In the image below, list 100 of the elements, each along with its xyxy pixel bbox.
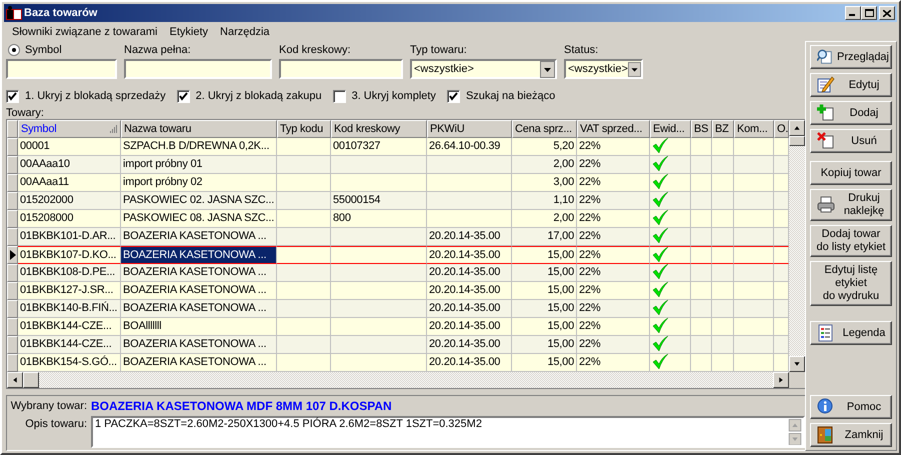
close-button[interactable] bbox=[879, 6, 895, 20]
sort-icon bbox=[110, 125, 119, 133]
magnifier-page-icon bbox=[817, 48, 834, 66]
printer-icon bbox=[817, 196, 835, 214]
table-cell: 22% bbox=[577, 192, 650, 210]
table-cell: 00AAaa10 bbox=[18, 156, 121, 174]
action-button[interactable]: Legenda bbox=[810, 321, 892, 345]
checkmark-icon bbox=[652, 354, 668, 369]
list-icon bbox=[817, 324, 835, 342]
description-field[interactable]: 1 PACZKA=8SZT=2.60M2-250X1300+4.5 PIÓRA 2.6M2=8SZT 1SZT=0.325M2 bbox=[91, 416, 805, 448]
vertical-scrollbar[interactable] bbox=[789, 120, 805, 372]
plus-page-icon bbox=[817, 104, 835, 122]
action-button[interactable]: Zamknij bbox=[810, 423, 892, 447]
table-cell: 01BKBK107-D.KO... bbox=[18, 246, 121, 264]
checkbox[interactable] bbox=[176, 90, 190, 102]
column-header[interactable]: Cena sprz... bbox=[512, 120, 577, 138]
table-cell: BOAZERIA KASETONOWA ... bbox=[121, 336, 277, 354]
column-header[interactable]: Nazwa towaru bbox=[121, 120, 277, 138]
action-button[interactable]: Drukuj naklejkę bbox=[810, 189, 892, 221]
action-button[interactable]: Dodaj bbox=[810, 101, 892, 125]
table-cell: 22% bbox=[577, 228, 650, 246]
table-cell: 2,00 bbox=[512, 156, 577, 174]
table-cell bbox=[277, 264, 331, 282]
checkmark-icon bbox=[652, 300, 668, 315]
maximize-icon bbox=[864, 9, 874, 17]
table-cell bbox=[734, 300, 774, 318]
table-cell: 15,00 bbox=[512, 300, 577, 318]
table-cell: 01BKBK144-CZE... bbox=[18, 336, 121, 354]
table-cell: 01BKBK101-D.AR... bbox=[18, 228, 121, 246]
column-header[interactable]: PKWiU bbox=[427, 120, 512, 138]
field-label: Status: bbox=[564, 44, 598, 56]
table-cell: 20.20.14-35.00 bbox=[427, 336, 512, 354]
table-cell: BOAZERIA KASETONOWA ... bbox=[121, 246, 277, 264]
horizontal-scrollbar[interactable] bbox=[7, 372, 789, 388]
action-button[interactable]: Przeglądaj bbox=[810, 45, 892, 69]
checkbox[interactable] bbox=[332, 90, 346, 102]
checkbox-label: 1. Ukryj z blokadą sprzedaży bbox=[25, 90, 166, 102]
field-label: Nazwa pełna: bbox=[124, 44, 191, 56]
menu-item[interactable]: Słowniki związane z towarami bbox=[6, 26, 164, 38]
radio-button[interactable] bbox=[8, 44, 20, 56]
table-cell: BOAZERIA KASETONOWA ... bbox=[121, 264, 277, 282]
row-header[interactable] bbox=[7, 246, 18, 264]
scroll-left-icon bbox=[7, 372, 23, 388]
selected-product-name: BOAZERIA KASETONOWA MDF 8MM 107 D.KOSPAN bbox=[91, 398, 392, 414]
menu-item[interactable]: Narzędzia bbox=[214, 26, 276, 38]
column-header[interactable]: BZ bbox=[712, 120, 734, 138]
checkbox-label: 2. Ukryj z blokadą zakupu bbox=[196, 90, 322, 102]
table-cell: 20.20.14-35.00 bbox=[427, 246, 512, 264]
action-button[interactable]: Edytuj bbox=[810, 73, 892, 97]
table-cell: 15,00 bbox=[512, 264, 577, 282]
table-cell bbox=[277, 300, 331, 318]
checkmark-icon bbox=[652, 210, 668, 225]
table-cell: 17,00 bbox=[512, 228, 577, 246]
table-label: Towary: bbox=[6, 107, 45, 119]
table-cell: 20.20.14-35.00 bbox=[427, 264, 512, 282]
input-field[interactable] bbox=[279, 59, 403, 79]
table-cell: 015202000 bbox=[18, 192, 121, 210]
dropdown[interactable]: <wszystkie> bbox=[564, 59, 643, 79]
column-header[interactable]: VAT sprzed... bbox=[577, 120, 650, 138]
action-button[interactable]: Pomoc bbox=[810, 395, 892, 419]
column-header[interactable]: O. bbox=[774, 120, 789, 138]
menu-item[interactable]: Etykiety bbox=[164, 26, 214, 38]
table-cell bbox=[277, 192, 331, 210]
table-cell bbox=[277, 336, 331, 354]
scroll-down-icon bbox=[788, 432, 802, 445]
column-header[interactable]: Kod kreskowy bbox=[331, 120, 427, 138]
input-field[interactable] bbox=[6, 59, 117, 79]
maximize-button[interactable] bbox=[861, 6, 877, 20]
column-header[interactable]: Typ kodu bbox=[277, 120, 331, 138]
row-pointer-icon bbox=[10, 250, 16, 260]
column-header[interactable]: Kom... bbox=[734, 120, 774, 138]
column-header[interactable]: Ewid... bbox=[650, 120, 691, 138]
dropdown[interactable]: <wszystkie> bbox=[410, 59, 557, 79]
column-header[interactable]: Symbol bbox=[18, 120, 121, 138]
checkbox[interactable] bbox=[6, 90, 19, 102]
minimize-button[interactable] bbox=[845, 6, 861, 20]
field-label: Typ towaru: bbox=[410, 44, 467, 56]
checkbox-label: 3. Ukryj komplety bbox=[352, 90, 436, 102]
app-logo-icon bbox=[6, 6, 22, 20]
table-cell: 1,10 bbox=[512, 192, 577, 210]
scroll-thumb[interactable] bbox=[789, 136, 805, 146]
door-icon bbox=[817, 426, 835, 444]
table-cell bbox=[712, 300, 734, 318]
table-cell bbox=[712, 228, 734, 246]
input-field[interactable] bbox=[124, 59, 272, 79]
action-button[interactable]: Usuń bbox=[810, 129, 892, 153]
table-cell: 55000154 bbox=[331, 192, 427, 210]
action-button[interactable]: Kopiuj towar bbox=[810, 161, 892, 185]
scroll-thumb[interactable] bbox=[23, 372, 39, 388]
cross-page-icon bbox=[817, 132, 835, 150]
table-cell bbox=[734, 336, 774, 354]
table-cell: 22% bbox=[577, 156, 650, 174]
action-button[interactable]: Dodaj towar do listy etykiet bbox=[810, 225, 892, 257]
table-cell: PASKOWIEC 02. JASNA SZC... bbox=[121, 192, 277, 210]
info-icon bbox=[817, 398, 835, 416]
action-button[interactable]: Edytuj listę etykiet do wydruku bbox=[810, 261, 892, 306]
checkbox[interactable] bbox=[446, 90, 460, 102]
corner-header bbox=[7, 120, 18, 138]
checkmark-icon bbox=[652, 336, 668, 351]
column-header[interactable]: BS bbox=[691, 120, 712, 138]
